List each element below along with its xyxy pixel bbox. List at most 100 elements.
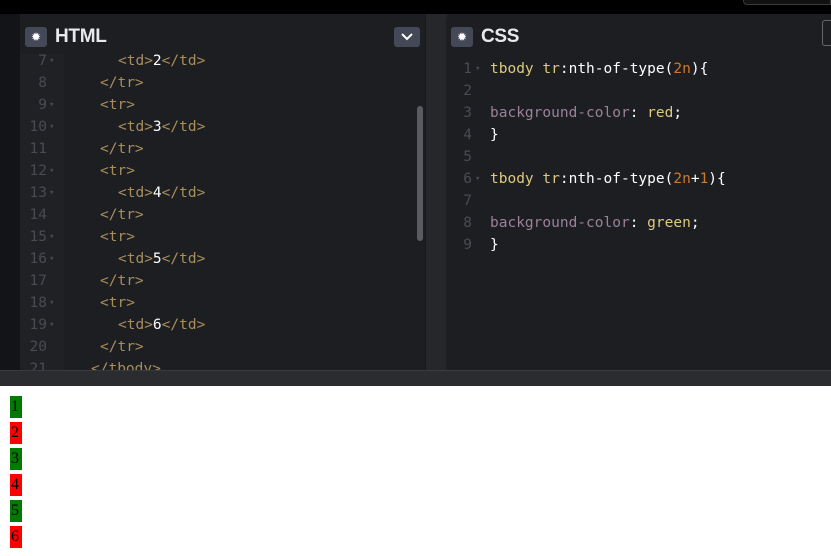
code-tag: </td> — [161, 251, 206, 267]
line-number: 12 — [29, 163, 47, 179]
code-tag: </tr> — [100, 339, 144, 355]
css-settings-button[interactable]: ✹ — [451, 27, 473, 47]
code-tag: <tr> — [100, 97, 135, 113]
code-line: <td>3</td> — [118, 116, 205, 138]
fold-arrow-icon: ▾ — [49, 122, 55, 132]
code-line: <td>6</td> — [118, 314, 205, 336]
code-token: } — [490, 127, 499, 143]
html-panel-title: HTML — [55, 26, 107, 47]
fold-arrow-icon: ▾ — [49, 188, 55, 198]
code-token: tbody — [490, 171, 543, 187]
fold-arrow-icon: ▾ — [49, 166, 55, 176]
result-resize-bar[interactable] — [0, 370, 831, 387]
code-token: : — [629, 215, 648, 231]
code-token: :nth-of-type( — [559, 61, 674, 77]
code-line: </tr> — [100, 138, 144, 160]
code-token: :nth-of-type( — [559, 171, 674, 187]
css-panel-header: ✹ CSS — [446, 20, 831, 54]
code-token: background-color — [490, 215, 630, 231]
line-number: 9 — [463, 237, 472, 253]
line-number: 15 — [29, 229, 47, 245]
code-line: tbody tr:nth-of-type(2n){ — [490, 58, 708, 80]
code-text: 6 — [152, 317, 162, 333]
code-token: red — [647, 105, 674, 121]
line-number: 9 — [38, 97, 47, 113]
code-line: tbody tr:nth-of-type(2n+1){ — [490, 168, 726, 190]
code-line: <tr> — [100, 160, 135, 182]
fold-arrow-icon: ▾ — [49, 320, 55, 330]
line-number: 19 — [29, 317, 47, 333]
code-token: { — [717, 171, 726, 187]
table-cell: 6 — [10, 526, 22, 548]
html-collapse-button[interactable] — [394, 27, 420, 47]
code-token: : — [629, 105, 648, 121]
line-number: 7 — [38, 54, 47, 69]
fold-arrow-icon: ▾ — [475, 174, 481, 184]
code-token: 2n — [673, 61, 691, 77]
code-tag: </tr> — [100, 273, 144, 289]
code-tag: <td> — [118, 185, 153, 201]
html-settings-button[interactable]: ✹ — [25, 27, 47, 47]
fold-arrow-icon: ▾ — [49, 56, 55, 66]
css-panel-edge-button[interactable] — [822, 20, 831, 46]
code-tag: <tr> — [100, 163, 135, 179]
code-tag: </td> — [161, 119, 206, 135]
code-token: tbody — [490, 61, 543, 77]
fold-arrow-icon: ▾ — [475, 64, 481, 74]
code-line: <tr> — [100, 94, 135, 116]
line-number: 2 — [463, 83, 472, 99]
code-tag: <td> — [118, 54, 153, 69]
html-panel: ✹ HTML 7 ▾ <td>2</td> 8 </tr> 9 ▾ <tr> 10 ▾ <td>3<… — [20, 20, 425, 370]
fold-arrow-icon: ▾ — [49, 100, 55, 110]
top-tab-edge — [743, 0, 831, 5]
line-number: 10 — [29, 119, 47, 135]
panel-resizer[interactable] — [425, 14, 447, 370]
code-token: green — [647, 215, 691, 231]
code-token: ) — [708, 171, 718, 187]
code-token: } — [490, 237, 499, 253]
code-token: ; — [673, 105, 683, 121]
line-number: 17 — [29, 273, 47, 289]
code-token: ; — [690, 215, 700, 231]
top-bar — [0, 0, 831, 14]
code-token: tr — [542, 61, 560, 77]
code-tag: </td> — [161, 54, 206, 69]
chevron-down-icon — [401, 33, 413, 41]
html-code-editor[interactable]: 7 ▾ <td>2</td> 8 </tr> 9 ▾ <tr> 10 ▾ <td>3</td> 11 <… — [20, 54, 415, 370]
code-line: <tr> — [100, 292, 135, 314]
code-tag: <td> — [118, 119, 153, 135]
fold-arrow-icon: ▾ — [49, 232, 55, 242]
code-tag: </tr> — [100, 75, 144, 91]
line-number: 13 — [29, 185, 47, 201]
code-tag: <tr> — [100, 229, 135, 245]
html-panel-header: ✹ HTML — [20, 20, 425, 54]
code-token: background-color — [490, 105, 630, 121]
code-text: 5 — [152, 251, 162, 267]
fold-arrow-icon: ▾ — [49, 298, 55, 308]
code-text: 2 — [152, 54, 162, 69]
line-number: 8 — [38, 75, 47, 91]
code-tag: <td> — [118, 317, 153, 333]
code-line: <td>5</td> — [118, 248, 205, 270]
table-cell: 1 — [10, 396, 22, 418]
code-line: } — [490, 234, 499, 256]
line-number: 8 — [463, 215, 472, 231]
css-panel-title: CSS — [481, 26, 520, 47]
code-tag: </td> — [161, 317, 206, 333]
code-line: </tbody> — [91, 358, 161, 370]
code-token: + — [690, 171, 700, 187]
line-number: 7 — [463, 193, 472, 209]
table-cell: 4 — [10, 474, 22, 496]
line-number: 18 — [29, 295, 47, 311]
code-token: ) — [690, 61, 700, 77]
code-line: } — [490, 124, 499, 146]
table-cell: 3 — [10, 448, 22, 470]
css-code-editor[interactable]: 1 ▾ tbody tr:nth-of-type(2n){2 3 background-… — [446, 54, 831, 370]
code-tag: </td> — [161, 185, 206, 201]
line-number: 3 — [463, 105, 472, 121]
line-number: 20 — [29, 339, 47, 355]
line-number: 5 — [463, 149, 472, 165]
code-line: <td>4</td> — [118, 182, 205, 204]
code-line: background-color: green; — [490, 212, 700, 234]
html-scrollbar[interactable] — [417, 106, 423, 241]
